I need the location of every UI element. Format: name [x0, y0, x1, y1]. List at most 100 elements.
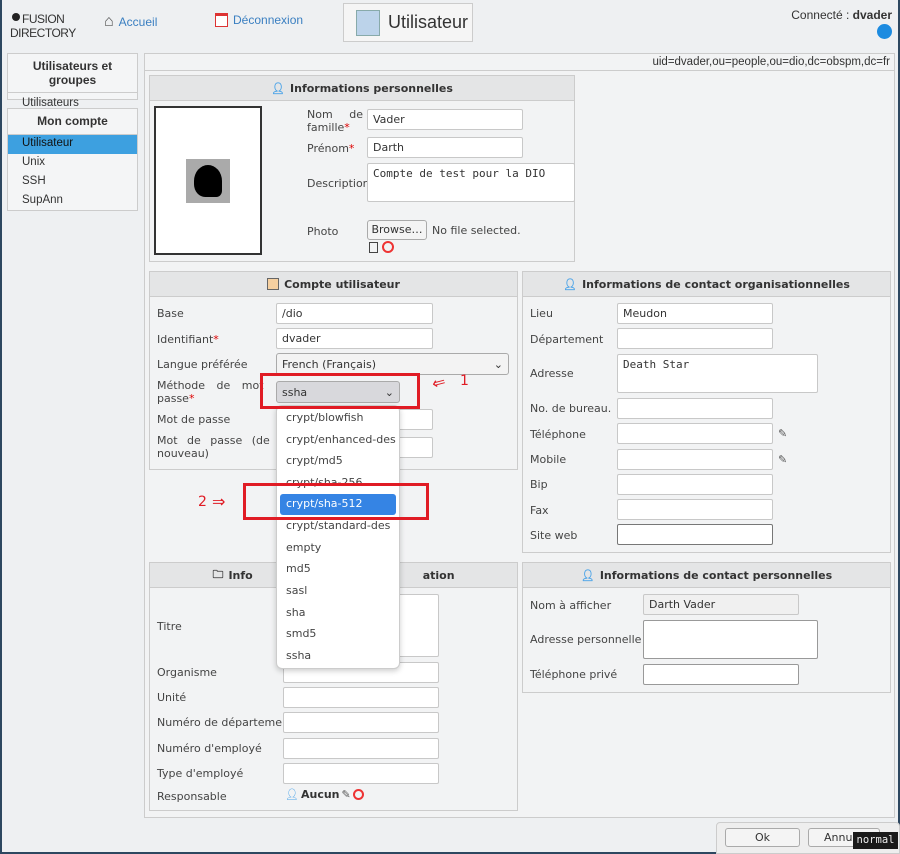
sidebar-item-utilisateur[interactable]: Utilisateur — [8, 135, 137, 154]
siteweb-label: Site web — [530, 529, 578, 542]
description-textarea[interactable]: Compte de test pour la DIO — [367, 163, 575, 202]
bureau-label: No. de bureau. — [530, 402, 612, 415]
description-label: Description — [307, 177, 370, 190]
folder-icon: 🗀︎ — [212, 567, 224, 581]
responsable-value: 👤︎ Aucun ✎ — [285, 788, 364, 801]
home-address-label: Adresse personnelle — [530, 633, 642, 646]
sidebar-heading: Utilisateurs et groupes — [8, 54, 137, 93]
base-input[interactable]: /dio — [276, 303, 433, 324]
dropdown-option[interactable]: ssha — [286, 649, 311, 662]
home-phone-input[interactable] — [643, 664, 799, 685]
nom-label: Nom de famille* — [307, 108, 363, 134]
display-name-input[interactable]: Darth Vader — [643, 594, 799, 615]
identifiant-label: Identifiant* — [157, 333, 219, 346]
method-dropdown-list: crypt/blowfish crypt/enhanced-des crypt/… — [276, 405, 400, 669]
remove-photo-icon[interactable] — [382, 241, 394, 253]
annotation-number-2: 2 — [198, 494, 207, 510]
unite-label: Unité — [157, 691, 187, 704]
account-icon — [267, 278, 280, 290]
password-label: Mot de passe — [157, 413, 231, 426]
dropdown-option[interactable]: crypt/standard-des — [286, 519, 390, 532]
edit-icon[interactable]: ✎ — [778, 453, 787, 466]
logout-icon — [215, 13, 228, 27]
connected-user: Connecté : dvader — [791, 8, 892, 22]
unite-input[interactable] — [283, 687, 439, 708]
fax-input[interactable] — [617, 499, 773, 520]
prenom-label: Prénom* — [307, 142, 355, 155]
identifiant-input[interactable]: dvader — [276, 328, 433, 349]
telephone-label: Téléphone — [530, 428, 586, 441]
logo-text: FUSION — [22, 12, 65, 26]
typeemp-label: Type d'employé — [157, 767, 244, 780]
lieu-label: Lieu — [530, 307, 553, 320]
adresse-label: Adresse — [530, 367, 574, 380]
contact-icon: 👤︎ — [563, 277, 578, 291]
user-icon: 👤︎ — [285, 788, 299, 801]
langue-label: Langue préférée — [157, 358, 248, 371]
logo-text: DIRECTORY — [10, 26, 76, 40]
annotation-number-1: 1 — [460, 373, 469, 389]
prenom-input[interactable]: Darth — [367, 137, 523, 158]
sidebar-item-ssh[interactable]: SSH — [8, 173, 137, 192]
lieu-input[interactable]: Meudon — [617, 303, 773, 324]
chevron-down-icon: ⌄ — [493, 357, 503, 371]
dropdown-option[interactable]: empty — [286, 541, 321, 554]
display-name-label: Nom à afficher — [530, 599, 612, 612]
dropdown-option[interactable]: sha — [286, 606, 305, 619]
departement-input[interactable] — [617, 328, 773, 349]
sidebar-item-supann[interactable]: SupAnn — [8, 192, 137, 211]
dropdown-option[interactable]: sasl — [286, 584, 307, 597]
sidebar-item-unix[interactable]: Unix — [8, 154, 137, 173]
label-wrap: passe* — [157, 392, 217, 405]
dropdown-option[interactable]: crypt/blowfish — [286, 411, 363, 424]
organisme-label: Organisme — [157, 666, 217, 679]
edit-icon[interactable]: ✎ — [342, 788, 351, 801]
dropdown-option[interactable]: crypt/md5 — [286, 454, 343, 467]
home-phone-label: Téléphone privé — [530, 668, 618, 681]
adresse-textarea[interactable]: Death Star — [617, 354, 818, 393]
telephone-input[interactable] — [617, 423, 773, 444]
bureau-input[interactable] — [617, 398, 773, 419]
annotation-arrow-2: ⇒ — [212, 492, 226, 511]
fax-label: Fax — [530, 504, 549, 517]
base-label: Base — [157, 307, 184, 320]
langue-select[interactable]: French (Français) ⌄ — [276, 353, 509, 375]
fusiondirectory-logo: FUSION DIRECTORY — [10, 6, 76, 46]
bip-input[interactable] — [617, 474, 773, 495]
mode-badge: normal — [853, 832, 898, 849]
session-timer-icon — [877, 24, 892, 39]
bip-label: Bip — [530, 478, 548, 491]
user-card-icon — [356, 9, 380, 36]
sidebar-group-account: Mon compte Utilisateur Unix SSH SupAnn — [7, 108, 138, 211]
user-photo — [154, 106, 262, 255]
head-silhouette-icon — [186, 158, 230, 203]
password-confirm-label: Mot de passe (de nouveau) — [157, 434, 270, 460]
sidebar-group-users: Utilisateurs et groupes Utilisateurs — [7, 53, 138, 109]
numemp-label: Numéro d'employé — [157, 742, 262, 755]
no-file-text: No file selected. — [432, 224, 521, 237]
mobile-label: Mobile — [530, 453, 567, 466]
dropdown-option[interactable]: smd5 — [286, 627, 316, 640]
typeemp-input[interactable] — [283, 763, 439, 784]
numemp-input[interactable] — [283, 738, 439, 759]
upload-icon[interactable] — [369, 242, 378, 253]
logout-link[interactable]: Déconnexion — [215, 13, 303, 27]
titre-label: Titre — [157, 620, 182, 633]
nom-input[interactable]: Vader — [367, 109, 523, 130]
dropdown-option[interactable]: crypt/enhanced-des — [286, 433, 396, 446]
page-title: Utilisateur — [343, 3, 473, 42]
dn-bar: uid=dvader,ou=people,ou=dio,dc=obspm,dc=… — [144, 53, 895, 71]
browse-button[interactable]: Browse… — [367, 220, 427, 240]
mobile-input[interactable] — [617, 449, 773, 470]
remove-icon[interactable] — [352, 789, 364, 800]
ok-button[interactable]: Ok — [725, 828, 800, 847]
responsable-label: Responsable — [157, 790, 227, 803]
home-link[interactable]: ⌂ Accueil — [104, 13, 157, 31]
edit-icon[interactable]: ✎ — [778, 427, 787, 440]
contact-icon: 👤︎ — [580, 568, 595, 582]
siteweb-input[interactable] — [617, 524, 773, 545]
dropdown-option[interactable]: md5 — [286, 562, 311, 575]
user-icon: 👤︎ — [271, 81, 286, 95]
home-address-textarea[interactable] — [643, 620, 818, 659]
numdept-input[interactable] — [283, 712, 439, 733]
